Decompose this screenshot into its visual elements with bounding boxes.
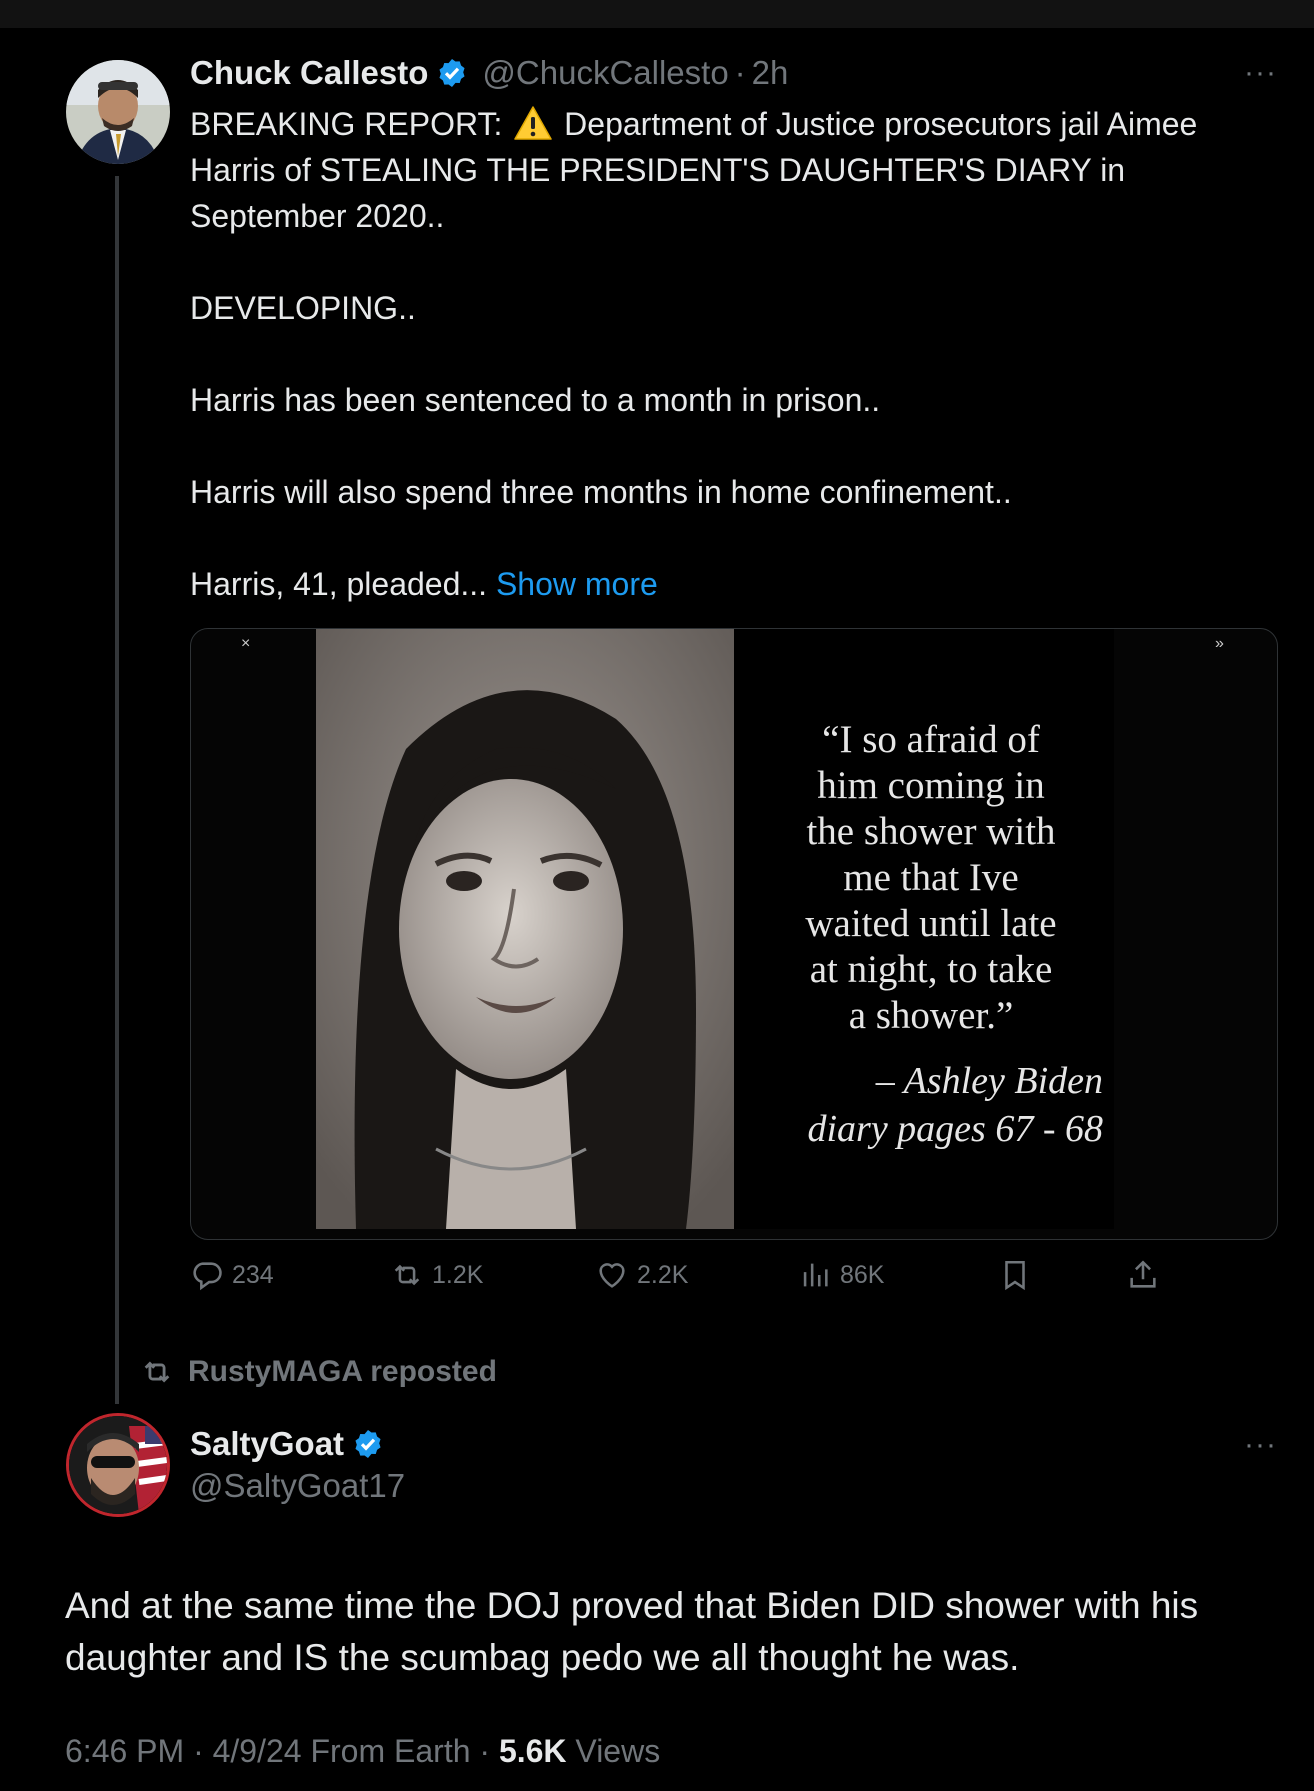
repost-label-text: RustyMAGA reposted bbox=[188, 1355, 497, 1388]
views-icon bbox=[803, 1263, 828, 1287]
author-handle[interactable]: @SaltyGoat17 bbox=[190, 1467, 405, 1505]
author-handle[interactable]: @ChuckCallesto bbox=[482, 54, 728, 92]
bookmark-button[interactable] bbox=[998, 1258, 1040, 1292]
author-name[interactable]: Chuck Callesto bbox=[190, 54, 428, 92]
time-separator: · bbox=[734, 54, 746, 91]
views-button[interactable]: 86K bbox=[798, 1258, 884, 1292]
diary-quote: “I so afraid of him coming in the shower… bbox=[781, 717, 1081, 1039]
quote-line: a shower.” bbox=[848, 994, 1014, 1037]
quote-line: him coming in bbox=[817, 764, 1045, 807]
top-post-text: BREAKING REPORT: Department of Justice p… bbox=[190, 101, 1290, 607]
bookmark-icon bbox=[1005, 1260, 1025, 1291]
avatar-image bbox=[69, 1416, 167, 1514]
text-line: September 2020.. bbox=[190, 198, 445, 234]
media-card[interactable]: × » “I so afraid of him coming in the sh bbox=[190, 628, 1278, 1240]
text-line: Harris will also spend three months in h… bbox=[190, 474, 1012, 510]
main-post-handle-row: @SaltyGoat17 bbox=[190, 1467, 405, 1505]
meta-separator: · bbox=[184, 1733, 213, 1769]
repost-attribution[interactable]: RustyMAGA reposted bbox=[140, 1355, 497, 1389]
warning-icon bbox=[514, 106, 553, 140]
reply-button[interactable]: 234 bbox=[190, 1258, 274, 1292]
quote-line: waited until late bbox=[805, 902, 1057, 945]
main-post-text: And at the same time the DOJ proved that… bbox=[65, 1585, 1199, 1678]
more-options-icon[interactable]: ··· bbox=[1244, 56, 1277, 90]
quote-attribution: – Ashley Biden diary pages 67 - 68 bbox=[803, 1057, 1103, 1153]
repost-icon bbox=[394, 1264, 420, 1286]
close-icon[interactable]: × bbox=[241, 635, 250, 653]
main-post-name-row: SaltyGoat bbox=[190, 1425, 384, 1463]
verified-badge-icon bbox=[355, 1430, 381, 1458]
post-date[interactable]: 4/9/24 bbox=[213, 1733, 302, 1769]
author-name[interactable]: SaltyGoat bbox=[190, 1425, 344, 1463]
reply-count: 234 bbox=[232, 1260, 274, 1289]
quote-line: “I so afraid of bbox=[822, 718, 1040, 761]
quote-line: at night, to take bbox=[809, 948, 1053, 991]
post-action-bar: 234 1.2K 2.2K 86K bbox=[190, 1258, 1190, 1298]
text-line: BREAKING REPORT: bbox=[190, 106, 512, 142]
post-time[interactable]: 2h bbox=[752, 54, 789, 92]
like-button[interactable]: 2.2K bbox=[595, 1258, 688, 1292]
attribution-line: – Ashley Biden bbox=[875, 1060, 1103, 1102]
like-count: 2.2K bbox=[637, 1260, 689, 1289]
repost-count: 1.2K bbox=[432, 1260, 484, 1289]
views-label: Views bbox=[566, 1733, 661, 1769]
status-bar bbox=[0, 0, 1314, 28]
meta-separator: · bbox=[470, 1733, 499, 1769]
avatar-image bbox=[66, 60, 170, 164]
avatar-saltygoat[interactable] bbox=[66, 1413, 170, 1517]
post-source: From Earth bbox=[310, 1733, 471, 1769]
heart-icon bbox=[599, 1263, 625, 1288]
repost-button[interactable]: 1.2K bbox=[390, 1258, 483, 1292]
attribution-line: diary pages 67 - 68 bbox=[807, 1108, 1103, 1150]
text-line: DEVELOPING.. bbox=[190, 290, 416, 326]
repost-icon bbox=[144, 1361, 170, 1383]
text-line: Department of Justice prosecutors jail A… bbox=[555, 106, 1198, 142]
text-line: Harris, 41, pleaded... bbox=[190, 566, 496, 602]
reply-icon bbox=[193, 1262, 222, 1291]
views-count[interactable]: 5.6K bbox=[499, 1733, 567, 1769]
share-button[interactable] bbox=[1126, 1258, 1168, 1292]
post-time[interactable]: 6:46 PM bbox=[65, 1733, 184, 1769]
thread-connector-line bbox=[115, 176, 119, 1404]
quote-line: me that Ive bbox=[843, 856, 1019, 899]
view-count: 86K bbox=[840, 1260, 885, 1289]
portrait-photo bbox=[316, 629, 734, 1229]
post-meta: 6:46 PM · 4/9/24 From Earth · 5.6K Views bbox=[65, 1733, 660, 1770]
top-post-header: Chuck Callesto @ChuckCallesto · 2h bbox=[190, 54, 788, 92]
avatar-chuck-callesto[interactable] bbox=[66, 60, 170, 164]
more-options-icon[interactable]: ··· bbox=[1244, 1428, 1277, 1462]
text-line: Harris has been sentenced to a month in … bbox=[190, 382, 881, 418]
next-icon[interactable]: » bbox=[1215, 635, 1224, 653]
text-line: Harris of STEALING THE PRESIDENT'S DAUGH… bbox=[190, 152, 1126, 188]
quote-line: the shower with bbox=[806, 810, 1056, 853]
verified-badge-icon bbox=[439, 59, 465, 87]
show-more-link[interactable]: Show more bbox=[496, 566, 658, 602]
share-icon bbox=[1130, 1260, 1156, 1288]
